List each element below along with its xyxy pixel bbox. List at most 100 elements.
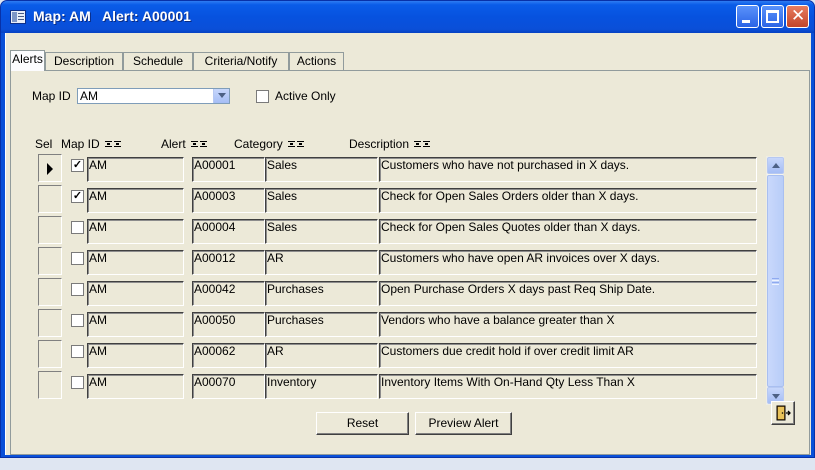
app-window: Map: AM Alert: A00001 ✕ Alerts Descripti… — [0, 0, 815, 458]
category-cell[interactable]: Inventory — [265, 374, 378, 399]
form-client-area: Alerts Description Schedule Criteria/Not… — [5, 33, 811, 455]
record-selector[interactable] — [38, 216, 62, 244]
description-cell[interactable]: Check for Open Sales Orders older than X… — [379, 188, 757, 213]
row-select-checkbox[interactable] — [71, 283, 84, 296]
tab-schedule[interactable]: Schedule — [123, 52, 193, 70]
maximize-button[interactable] — [761, 5, 784, 28]
column-header-category-label: Category — [234, 137, 283, 151]
title-bar[interactable]: Map: AM Alert: A00001 ✕ — [1, 1, 814, 33]
maximize-icon — [766, 10, 779, 23]
description-cell[interactable]: Inventory Items With On-Hand Qty Less Th… — [379, 374, 757, 399]
description-cell[interactable]: Customers due credit hold if over credit… — [379, 343, 757, 368]
sort-icon[interactable] — [190, 141, 209, 147]
column-header-description: Description — [349, 137, 432, 151]
map-id-cell[interactable]: AM — [87, 157, 184, 182]
map-id-value: AM — [80, 89, 98, 103]
record-selector[interactable] — [38, 154, 62, 182]
preview-alert-button[interactable]: Preview Alert — [415, 412, 512, 435]
row-select-checkbox[interactable] — [71, 376, 84, 389]
row-select-checkbox[interactable] — [71, 345, 84, 358]
tab-actions[interactable]: Actions — [289, 52, 344, 70]
chevron-down-icon[interactable] — [213, 89, 229, 103]
map-id-cell[interactable]: AM — [87, 343, 184, 368]
row-select-checkbox[interactable] — [71, 252, 84, 265]
column-header-alert: Alert — [161, 137, 209, 151]
tab-criteria-notify[interactable]: Criteria/Notify — [193, 52, 289, 70]
tab-alerts[interactable]: Alerts — [10, 50, 45, 71]
column-header-map-id: Map ID — [61, 137, 123, 151]
alert-cell[interactable]: A00004 — [192, 219, 265, 244]
alerts-tab-page: Map ID AM Active Only Sel Map ID Alert C… — [10, 70, 810, 455]
category-cell[interactable]: Sales — [265, 219, 378, 244]
row-select-checkbox[interactable]: ✓ — [71, 190, 84, 203]
record-selector[interactable] — [38, 340, 62, 368]
tab-description[interactable]: Description — [45, 52, 123, 70]
alert-cell[interactable]: A00042 — [192, 281, 265, 306]
column-header-category: Category — [234, 137, 306, 151]
close-button[interactable]: ✕ — [786, 5, 809, 28]
category-cell[interactable]: AR — [265, 343, 378, 368]
category-cell[interactable]: Purchases — [265, 312, 378, 337]
table-row[interactable]: ✓ AM A00001 Sales Customers who have not… — [38, 154, 762, 184]
row-select-checkbox[interactable] — [71, 221, 84, 234]
category-cell[interactable]: Sales — [265, 157, 378, 182]
map-id-cell[interactable]: AM — [87, 374, 184, 399]
alert-cell[interactable]: A00050 — [192, 312, 265, 337]
map-id-dropdown[interactable]: AM — [77, 88, 230, 104]
active-only-label: Active Only — [275, 89, 336, 103]
table-row[interactable]: AM A00070 Inventory Inventory Items With… — [38, 371, 762, 401]
alert-cell[interactable]: A00001 — [192, 157, 265, 182]
column-header-description-label: Description — [349, 137, 410, 151]
alert-cell[interactable]: A00012 — [192, 250, 265, 275]
record-selector[interactable] — [38, 247, 62, 275]
description-cell[interactable]: Customers who have not purchased in X da… — [379, 157, 757, 182]
table-row[interactable]: AM A00062 AR Customers due credit hold i… — [38, 340, 762, 370]
record-selector[interactable] — [38, 278, 62, 306]
window-title: Map: AM Alert: A00001 — [33, 8, 191, 24]
alert-cell[interactable]: A00070 — [192, 374, 265, 399]
sort-icon[interactable] — [104, 141, 123, 147]
description-cell[interactable]: Open Purchase Orders X days past Req Shi… — [379, 281, 757, 306]
description-cell[interactable]: Customers who have open AR invoices over… — [379, 250, 757, 275]
column-header-alert-label: Alert — [161, 137, 186, 151]
record-selector[interactable] — [38, 371, 62, 399]
column-header-sel: Sel — [35, 137, 53, 151]
table-row[interactable]: AM A00012 AR Customers who have open AR … — [38, 247, 762, 277]
category-cell[interactable]: Sales — [265, 188, 378, 213]
description-cell[interactable]: Check for Open Sales Quotes older than X… — [379, 219, 757, 244]
map-id-cell[interactable]: AM — [87, 250, 184, 275]
form-icon[interactable] — [10, 10, 26, 24]
minimize-button[interactable] — [736, 5, 759, 28]
row-select-checkbox[interactable]: ✓ — [71, 159, 84, 172]
sort-icon[interactable] — [287, 141, 306, 147]
alert-cell[interactable]: A00003 — [192, 188, 265, 213]
close-icon: ✕ — [791, 6, 806, 26]
exit-button[interactable] — [771, 401, 795, 425]
record-selector[interactable] — [38, 185, 62, 213]
sort-icon[interactable] — [414, 141, 432, 147]
description-cell[interactable]: Vendors who have a balance greater than … — [379, 312, 757, 337]
table-row[interactable]: AM A00004 Sales Check for Open Sales Quo… — [38, 216, 762, 246]
reset-button[interactable]: Reset — [316, 412, 409, 435]
table-row[interactable]: AM A00042 Purchases Open Purchase Orders… — [38, 278, 762, 308]
active-only-checkbox[interactable] — [256, 90, 269, 103]
exit-door-icon — [776, 405, 791, 421]
alert-cell[interactable]: A00062 — [192, 343, 265, 368]
map-id-cell[interactable]: AM — [87, 219, 184, 244]
row-select-checkbox[interactable] — [71, 314, 84, 327]
current-record-icon — [47, 163, 53, 175]
map-id-cell[interactable]: AM — [87, 281, 184, 306]
category-cell[interactable]: AR — [265, 250, 378, 275]
map-id-cell[interactable]: AM — [87, 188, 184, 213]
scroll-up-icon[interactable] — [767, 157, 784, 174]
map-id-cell[interactable]: AM — [87, 312, 184, 337]
vertical-scrollbar[interactable] — [766, 156, 784, 405]
table-row[interactable]: ✓ AM A00003 Sales Check for Open Sales O… — [38, 185, 762, 215]
minimize-icon — [742, 20, 750, 23]
category-cell[interactable]: Purchases — [265, 281, 378, 306]
record-selector[interactable] — [38, 309, 62, 337]
table-row[interactable]: AM A00050 Purchases Vendors who have a b… — [38, 309, 762, 339]
column-header-map-id-label: Map ID — [61, 137, 100, 151]
map-id-label: Map ID — [32, 89, 71, 103]
scroll-thumb[interactable] — [767, 175, 784, 387]
